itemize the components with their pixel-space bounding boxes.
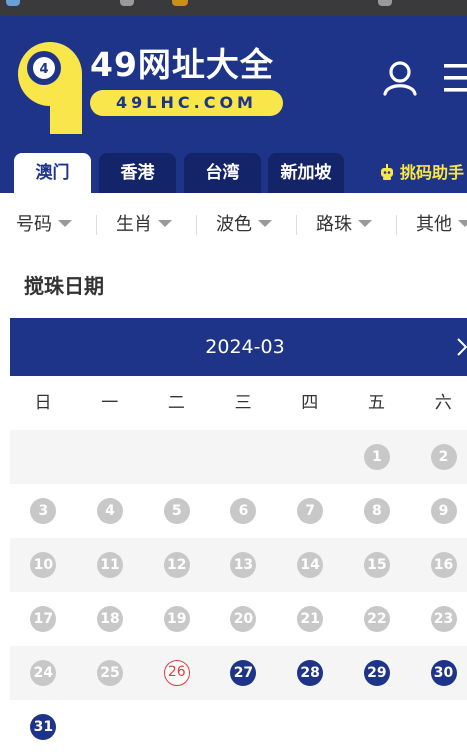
robot-icon	[381, 164, 393, 180]
calendar-day[interactable]: 21	[297, 606, 324, 632]
weekday-label: 六	[434, 393, 452, 413]
calendar-day[interactable]: 25	[97, 660, 124, 686]
calendar-day[interactable]: 23	[430, 606, 457, 632]
browser-top-strip	[0, 0, 467, 16]
calendar-day[interactable]: 5	[163, 498, 190, 524]
tab-icon	[172, 0, 188, 6]
weekday-label: 三	[234, 393, 252, 413]
calendar-day[interactable]: 1	[363, 444, 390, 470]
weekday-label: 四	[301, 393, 319, 413]
weekday-label: 五	[368, 393, 385, 413]
calendar-day[interactable]: 16	[430, 552, 457, 578]
calendar-day[interactable]: 22	[363, 606, 390, 632]
tab-hongkong[interactable]: 香港	[99, 153, 176, 193]
caret-down-icon	[58, 220, 72, 227]
calendar-day[interactable]: 18	[97, 606, 124, 632]
section-title: 搅珠日期	[24, 274, 104, 298]
calendar-header: 2024-03	[10, 318, 467, 376]
calendar-day[interactable]: 30	[430, 660, 457, 686]
calendar-day[interactable]: 15	[363, 552, 390, 578]
weekday-label: 日	[34, 393, 52, 413]
calendar-day[interactable]: 28	[297, 660, 324, 686]
caret-down-icon	[358, 220, 372, 227]
calendar-day[interactable]: 7	[297, 498, 324, 524]
filter-divider	[96, 215, 97, 235]
calendar-day[interactable]: 12	[163, 552, 190, 578]
calendar-day[interactable]: 19	[163, 606, 190, 632]
filter-trend[interactable]: 路珠	[316, 193, 372, 257]
filter-divider	[196, 215, 197, 235]
calendar-day[interactable]: 14	[297, 552, 324, 578]
calendar-day[interactable]: 4	[97, 498, 124, 524]
weekday-label: 一	[101, 393, 119, 413]
calendar-day[interactable]: 11	[97, 552, 124, 578]
filter-label: 其他	[416, 214, 452, 235]
filter-divider	[396, 215, 397, 235]
logo-ball-number: 4	[39, 62, 48, 77]
tab-icon	[378, 0, 392, 6]
filter-color[interactable]: 波色	[216, 193, 272, 257]
filter-zodiac[interactable]: 生肖	[116, 193, 172, 257]
calendar-weekdays: 日 一 二 三 四 五 六	[10, 376, 467, 430]
calendar-day[interactable]: 9	[430, 498, 457, 524]
calendar-week-row	[10, 430, 467, 484]
site-title: 49网址大全	[90, 45, 274, 84]
weekday-label: 二	[167, 393, 185, 413]
user-icon[interactable]	[380, 58, 420, 98]
caret-down-icon	[458, 220, 467, 227]
tab-icon	[120, 0, 134, 6]
pick-helper-label: 挑码助手	[400, 163, 465, 182]
filter-number[interactable]: 号码	[16, 193, 72, 257]
filter-label: 路珠	[316, 214, 352, 235]
filter-label: 号码	[16, 214, 52, 235]
caret-down-icon	[258, 220, 272, 227]
caret-down-icon	[158, 220, 172, 227]
chevron-right-icon[interactable]	[450, 335, 467, 359]
site-url-badge[interactable]: 49LHC.COM	[90, 90, 283, 116]
tab-singapore[interactable]: 新加坡	[268, 153, 344, 193]
calendar-day[interactable]: 2	[430, 444, 457, 470]
pick-helper-link[interactable]: 挑码助手	[378, 153, 464, 193]
calendar-month: 2024-03	[205, 336, 285, 358]
tab-taiwan[interactable]: 台湾	[184, 153, 261, 193]
filter-other[interactable]: 其他	[416, 193, 467, 257]
tab-favicon-icon	[6, 0, 20, 6]
calendar-day-today[interactable]: 26	[163, 660, 190, 686]
logo-ball-icon[interactable]: 4	[14, 38, 86, 134]
calendar-day[interactable]: 8	[363, 498, 390, 524]
filter-label: 波色	[216, 214, 252, 235]
filter-label: 生肖	[116, 214, 152, 235]
calendar-day[interactable]: 29	[363, 660, 390, 686]
menu-icon[interactable]	[440, 60, 467, 96]
site-header: 4 49网址大全 49LHC.COM 澳门 香港 台湾 新加坡 挑码助手	[0, 16, 467, 193]
tab-macau[interactable]: 澳门	[14, 153, 91, 193]
calendar-week-row	[10, 700, 467, 754]
filter-divider	[296, 215, 297, 235]
